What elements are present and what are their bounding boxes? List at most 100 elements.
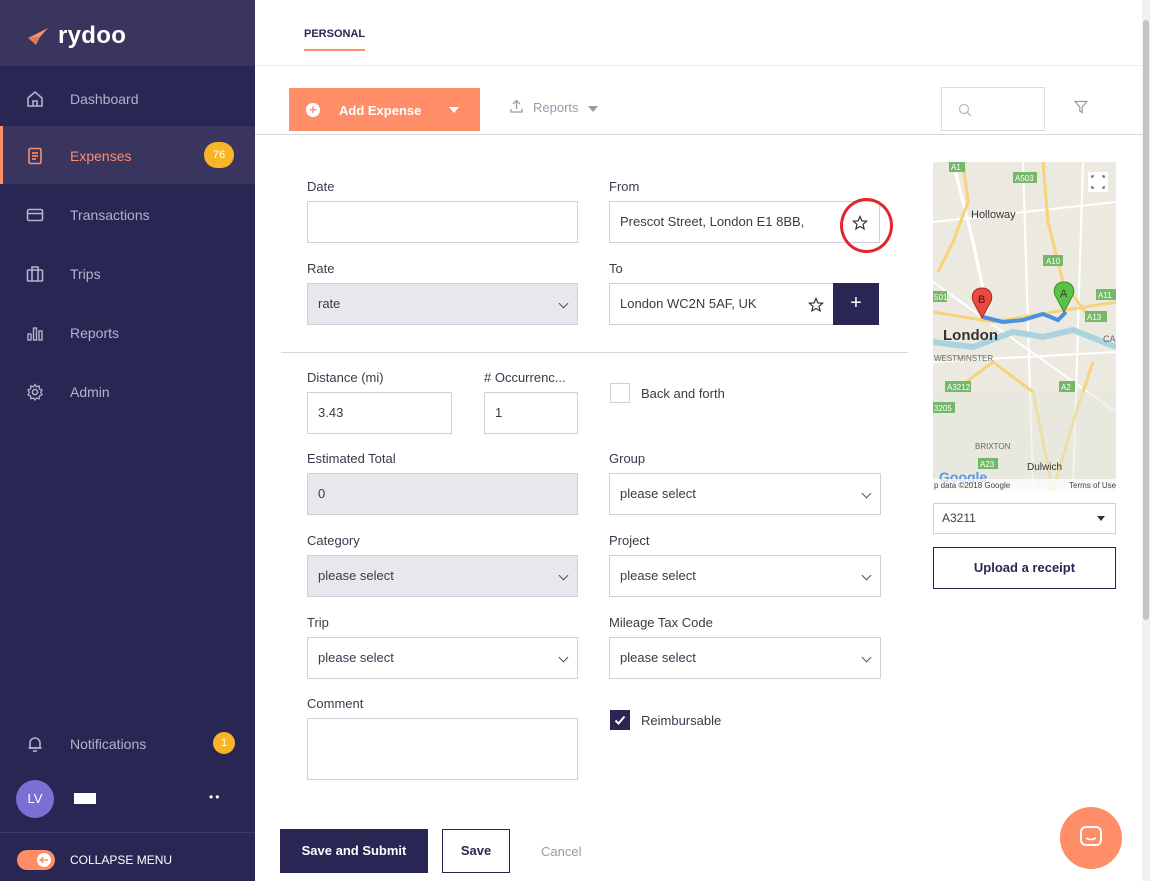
sidebar-item-reports[interactable]: Reports xyxy=(0,303,255,361)
sidebar-item-label: Trips xyxy=(70,266,101,282)
road-label-a3205: 3205 xyxy=(934,404,952,413)
to-value: London WC2N 5AF, UK xyxy=(620,296,757,311)
toggle-switch[interactable] xyxy=(17,850,55,870)
avatar[interactable]: LV xyxy=(16,780,54,818)
marker-b-label: B xyxy=(978,294,985,306)
category-select[interactable]: please select xyxy=(307,555,578,597)
fullscreen-icon[interactable] xyxy=(1088,172,1108,192)
reimbursable-checkbox[interactable] xyxy=(610,710,630,730)
bar-chart-icon xyxy=(27,327,43,341)
distance-field[interactable]: 3.43 xyxy=(307,392,452,434)
reports-label: Reports xyxy=(533,100,579,115)
save-and-submit-button[interactable]: Save and Submit xyxy=(280,829,428,873)
estimated-total-label: Estimated Total xyxy=(307,451,396,466)
sidebar-item-label: Expenses xyxy=(70,148,132,164)
reports-button[interactable]: Reports xyxy=(510,99,598,115)
road-label-a3212: A3212 xyxy=(947,383,971,392)
from-label: From xyxy=(609,179,640,194)
user-profile[interactable]: LV •• xyxy=(0,780,255,830)
sidebar-item-label: Admin xyxy=(70,384,110,400)
back-and-forth-label: Back and forth xyxy=(641,386,725,401)
chat-icon xyxy=(1080,826,1102,846)
map-drawing: A1 A503 A10 A11 A13 501 A3212 3205 A2 A2… xyxy=(933,162,1116,491)
credit-card-icon xyxy=(26,208,44,222)
comment-textarea[interactable] xyxy=(307,718,578,780)
favorite-star-icon[interactable] xyxy=(808,297,824,313)
rate-select[interactable]: rate xyxy=(307,283,578,325)
back-and-forth-checkbox[interactable] xyxy=(610,383,630,403)
tab-personal[interactable]: PERSONAL xyxy=(304,28,366,51)
user-menu-button[interactable]: •• xyxy=(209,790,221,804)
from-value: Prescot Street, London E1 8BB, xyxy=(620,214,805,229)
sidebar-item-admin[interactable]: Admin xyxy=(0,362,255,420)
rydoo-logo[interactable]: rydoo xyxy=(26,22,126,50)
road-label-a10: A10 xyxy=(1046,257,1061,266)
to-label: To xyxy=(609,261,623,276)
chat-launcher-button[interactable] xyxy=(1060,807,1122,869)
map-label-dulwich: Dulwich xyxy=(1027,462,1062,473)
trip-value: please select xyxy=(318,650,394,665)
cancel-button[interactable]: Cancel xyxy=(541,844,581,859)
mileage-tax-code-value: please select xyxy=(620,650,696,665)
toolbar: + Add Expense Reports xyxy=(255,66,1142,135)
home-icon xyxy=(27,90,43,107)
sidebar-item-dashboard[interactable]: Dashboard xyxy=(0,69,255,127)
collapse-menu-toggle[interactable]: COLLAPSE MENU xyxy=(0,838,255,878)
road-label-a501: 501 xyxy=(934,293,948,302)
road-label-a23: A23 xyxy=(980,460,995,469)
route-option-value: A3211 xyxy=(942,511,976,525)
save-button[interactable]: Save xyxy=(442,829,510,873)
estimated-total-value: 0 xyxy=(318,486,326,501)
route-option-select[interactable]: A3211 xyxy=(933,503,1116,534)
sidebar-item-expenses[interactable]: Expenses 76 xyxy=(0,126,255,184)
mileage-tax-code-select[interactable]: please select xyxy=(609,637,881,679)
project-select[interactable]: please select xyxy=(609,555,881,597)
category-value: please select xyxy=(318,568,394,583)
add-expense-button[interactable]: + Add Expense xyxy=(289,88,480,131)
caret-down-icon[interactable] xyxy=(449,107,459,113)
plus-icon: + xyxy=(850,292,862,314)
occurrences-label: # Occurrenc... xyxy=(484,370,566,385)
road-label-a1: A1 xyxy=(951,163,961,172)
sidebar-item-transactions[interactable]: Transactions xyxy=(0,185,255,243)
search-icon xyxy=(958,103,972,117)
add-stop-button[interactable]: + xyxy=(833,283,879,325)
date-label: Date xyxy=(307,179,335,194)
sidebar-header: rydoo xyxy=(0,0,255,66)
map-attribution: p data ©2018 Google xyxy=(934,481,1011,490)
occurrences-field[interactable]: 1 xyxy=(484,392,578,434)
map-label-westminster: WESTMINSTER xyxy=(934,354,993,363)
from-field[interactable]: Prescot Street, London E1 8BB, xyxy=(609,201,880,243)
sidebar: rydoo Dashboard Expenses 76 Transactions… xyxy=(0,0,255,881)
distance-label: Distance (mi) xyxy=(307,370,384,385)
to-field[interactable]: London WC2N 5AF, UK xyxy=(609,283,834,325)
sidebar-item-trips[interactable]: Trips xyxy=(0,244,255,302)
sidebar-item-label: Notifications xyxy=(70,736,147,752)
filter-icon[interactable] xyxy=(1074,100,1088,114)
route-map[interactable]: A1 A503 A10 A11 A13 501 A3212 3205 A2 A2… xyxy=(933,162,1116,491)
marker-a-label: A xyxy=(1060,288,1068,300)
trip-select[interactable]: please select xyxy=(307,637,578,679)
sidebar-item-label: Transactions xyxy=(70,207,150,223)
search-input[interactable] xyxy=(941,87,1045,131)
user-name-redacted xyxy=(74,793,96,804)
group-select[interactable]: please select xyxy=(609,473,881,515)
app-name: rydoo xyxy=(58,22,127,49)
sidebar-item-notifications[interactable]: Notifications 1 xyxy=(0,714,255,772)
mileage-tax-code-label: Mileage Tax Code xyxy=(609,615,713,630)
rate-value: rate xyxy=(318,296,341,311)
top-bar: PERSONAL xyxy=(255,0,1142,66)
map-label-ca: CA xyxy=(1103,334,1116,344)
checkmark-icon xyxy=(614,715,626,725)
scrollbar-thumb[interactable] xyxy=(1143,20,1149,620)
project-value: please select xyxy=(620,568,696,583)
notifications-count-badge: 1 xyxy=(213,732,235,754)
map-terms-link[interactable]: Terms of Use xyxy=(1069,481,1116,490)
collapse-menu-label: COLLAPSE MENU xyxy=(70,853,173,867)
favorite-star-icon[interactable] xyxy=(852,215,868,231)
occurrences-value: 1 xyxy=(495,405,503,420)
gear-icon xyxy=(27,383,43,401)
upload-receipt-button[interactable]: Upload a receipt xyxy=(933,547,1116,589)
date-field[interactable] xyxy=(307,201,578,243)
group-label: Group xyxy=(609,451,646,466)
